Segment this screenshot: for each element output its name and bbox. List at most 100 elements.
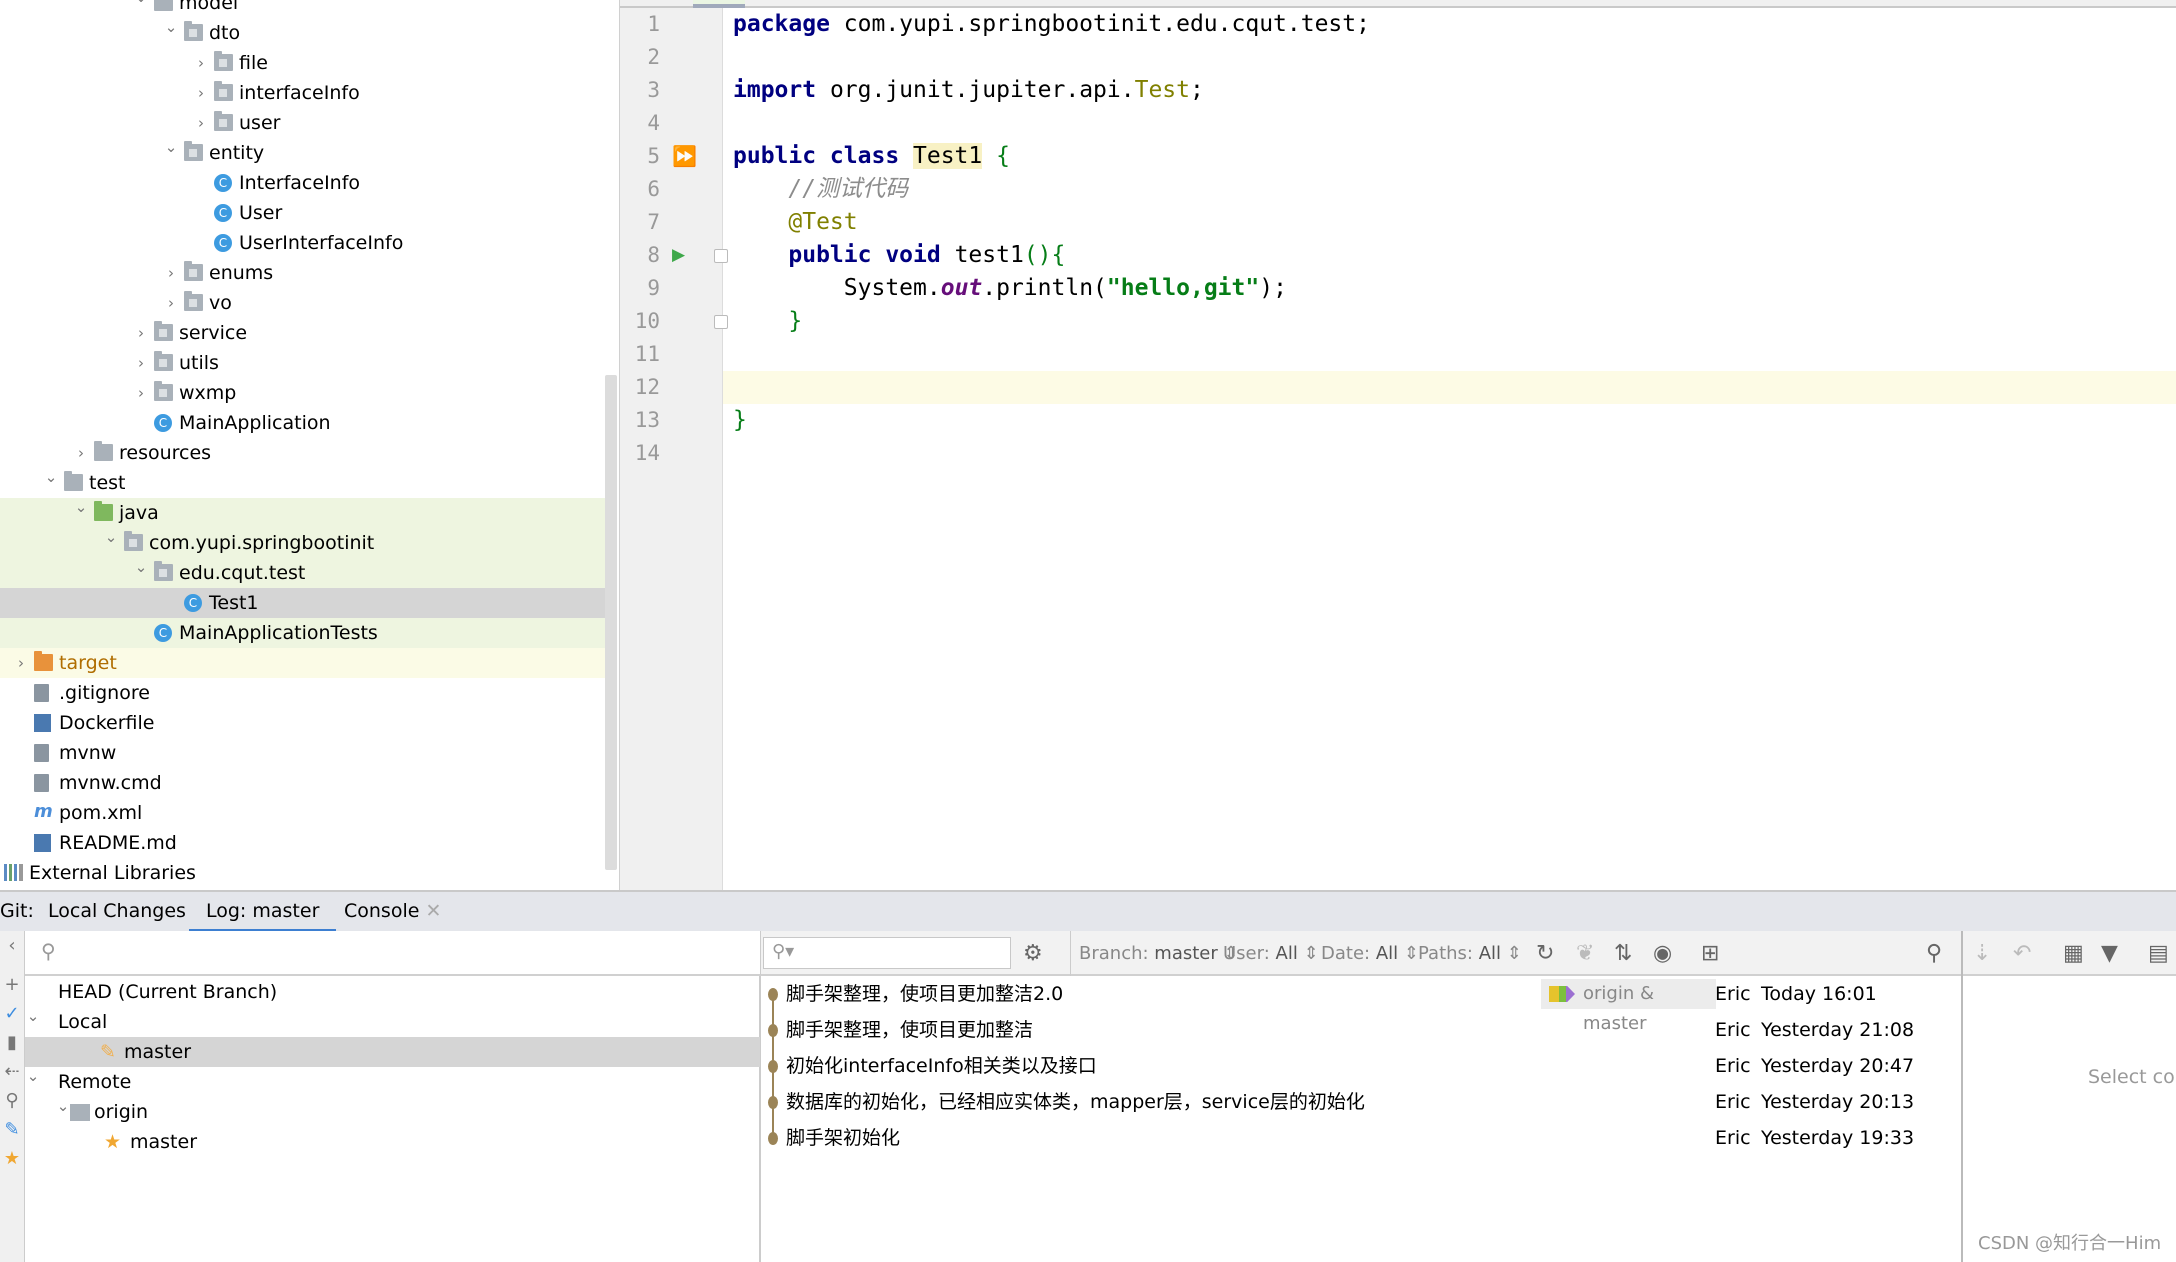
project-tree-scrollbar[interactable]	[605, 375, 617, 870]
code-line[interactable]: @Test	[723, 206, 2176, 239]
tree-item[interactable]: ⌄ entity	[0, 138, 606, 168]
date-filter[interactable]: Date: All ⇕	[1321, 931, 1419, 976]
cherry-pick-icon[interactable]: ⇣	[1973, 931, 1991, 976]
code-line[interactable]: import org.junit.jupiter.api.Test;	[723, 74, 2176, 107]
chevron-down-icon[interactable]: ⌄	[131, 552, 151, 582]
tree-item[interactable]: External Libraries	[0, 858, 606, 888]
chevron-right-icon[interactable]: ›	[191, 48, 211, 78]
run-icon[interactable]: ▶	[672, 239, 685, 272]
tree-item[interactable]: Dockerfile	[0, 708, 606, 738]
tab-log-master[interactable]: Log: master	[189, 892, 337, 933]
chevron-down-icon[interactable]: ⌄	[71, 492, 91, 522]
code-line[interactable]	[723, 41, 2176, 74]
chevron-down-icon[interactable]: ⌄	[101, 522, 121, 552]
tree-item[interactable]: ⌄ dto	[0, 18, 606, 48]
branch-item[interactable]: HEAD (Current Branch)	[25, 977, 760, 1007]
branch-item[interactable]: ★ master	[25, 1127, 760, 1157]
chevron-right-icon[interactable]: ›	[161, 258, 181, 288]
code-line[interactable]: public void test1(){	[723, 239, 2176, 272]
code-line[interactable]	[723, 107, 2176, 140]
chevron-down-icon[interactable]: ⌄	[41, 462, 61, 492]
chevron-right-icon[interactable]: ›	[131, 348, 151, 378]
favorite-icon[interactable]: ★	[0, 1148, 24, 1169]
fold-marker-icon[interactable]	[714, 315, 728, 329]
chevron-right-icon[interactable]: ›	[191, 108, 211, 138]
filter-icon[interactable]: ▼	[2101, 931, 2118, 976]
paths-filter[interactable]: Paths: All ⇕	[1418, 931, 1522, 976]
revert-icon[interactable]: ↶	[2013, 931, 2031, 976]
code-line[interactable]: //测试代码	[723, 173, 2176, 206]
log-search-input[interactable]: ⚲▾	[763, 937, 1011, 969]
eye-icon[interactable]: ◉	[1653, 931, 1672, 976]
tree-item[interactable]: › interfaceInfo	[0, 78, 606, 108]
tree-item[interactable]: › utils	[0, 348, 606, 378]
branch-item[interactable]: ✎ master	[25, 1037, 760, 1067]
tree-item[interactable]: mvnw	[0, 738, 606, 768]
chevron-down-icon[interactable]: ⌄	[23, 1061, 43, 1091]
delete-icon[interactable]: ▮	[0, 1032, 24, 1053]
tree-item[interactable]: .gitignore	[0, 678, 606, 708]
chevron-down-icon[interactable]: ⌄	[131, 0, 151, 12]
tree-item[interactable]: ⌄ com.yupi.springbootinit	[0, 528, 606, 558]
tree-item[interactable]: › vo	[0, 288, 606, 318]
tree-item[interactable]: InterfaceInfo	[0, 168, 606, 198]
code-line[interactable]: System.out.println("hello,git");	[723, 272, 2176, 305]
search-icon[interactable]: ⚲	[0, 1090, 24, 1111]
tree-item[interactable]: › target	[0, 648, 606, 678]
commit-row[interactable]: 脚手架初始化 Eric Yesterday 19:33	[761, 1120, 1962, 1156]
new-tab-icon[interactable]: ⊞	[1701, 931, 1719, 976]
group-icon[interactable]: ▦	[2063, 931, 2084, 976]
chevron-right-icon[interactable]: ›	[71, 438, 91, 468]
tab-local-changes[interactable]: Local Changes	[47, 892, 187, 933]
editor-tab-active[interactable]	[693, 0, 745, 8]
commit-row[interactable]: 初始化interfaceInfo相关类以及接口 Eric Yesterday 20:…	[761, 1048, 1962, 1084]
code-line[interactable]: }	[723, 404, 2176, 437]
tree-item[interactable]: pom.xml	[0, 798, 606, 828]
tree-item[interactable]: Test1	[0, 588, 606, 618]
branch-search-input[interactable]: ⚲	[25, 931, 760, 976]
sort-icon[interactable]: ⇅	[1614, 931, 1632, 976]
add-icon[interactable]: +	[0, 974, 24, 995]
chevron-right-icon[interactable]: ›	[11, 648, 31, 678]
code-line[interactable]: public class Test1 {	[723, 140, 2176, 173]
tree-item[interactable]: ⌄ model	[0, 0, 606, 18]
chevron-down-icon[interactable]: ⌄	[161, 132, 181, 162]
code-line[interactable]	[723, 371, 2176, 404]
tree-item[interactable]: ⌄ java	[0, 498, 606, 528]
refresh-icon[interactable]: ↻	[1536, 931, 1554, 976]
search-icon[interactable]: ⚲	[1926, 931, 1942, 976]
close-icon[interactable]: ✕	[425, 900, 441, 922]
chevron-right-icon[interactable]: ›	[131, 378, 151, 408]
tab-console[interactable]: Console ✕	[344, 892, 441, 933]
branch-item[interactable]: ⌄ Local	[25, 1007, 760, 1037]
commit-row[interactable]: 脚手架整理，使项目更加整洁2.0 origin & master Eric Today…	[761, 976, 1962, 1034]
fold-marker-icon[interactable]	[714, 249, 728, 263]
chevron-down-icon[interactable]: ⌄	[161, 12, 181, 42]
run-all-icon[interactable]: ⏩	[672, 140, 697, 173]
tree-item[interactable]: README.md	[0, 828, 606, 858]
compare-icon[interactable]: ⇠	[0, 1061, 24, 1082]
tree-item[interactable]: MainApplication	[0, 408, 606, 438]
branch-filter[interactable]: Branch: master ⇕	[1070, 931, 1239, 976]
tree-item[interactable]: UserInterfaceInfo	[0, 228, 606, 258]
chevron-right-icon[interactable]: ›	[131, 318, 151, 348]
tree-item[interactable]: ⌄ edu.cqut.test	[0, 558, 606, 588]
edit-icon[interactable]: ✎	[0, 1119, 24, 1140]
tree-item[interactable]: User	[0, 198, 606, 228]
layout-icon[interactable]: ▤	[2148, 931, 2169, 976]
branch-item[interactable]: ⌄ Remote	[25, 1067, 760, 1097]
tree-item[interactable]: MainApplicationTests	[0, 618, 606, 648]
chevron-right-icon[interactable]: ›	[191, 78, 211, 108]
user-filter[interactable]: User: All ⇕	[1223, 931, 1319, 976]
branch-item[interactable]: ⌄ origin	[25, 1097, 760, 1127]
tree-item[interactable]: › resources	[0, 438, 606, 468]
tree-item[interactable]: mvnw.cmd	[0, 768, 606, 798]
tree-item[interactable]: › file	[0, 48, 606, 78]
commit-row[interactable]: 数据库的初始化，已经相应实体类，mapper层，service层的初始化 Eric…	[761, 1084, 1962, 1120]
code-line[interactable]: }	[723, 305, 2176, 338]
cherry-pick-icon[interactable]: ❦	[1576, 931, 1594, 976]
tree-item[interactable]: › wxmp	[0, 378, 606, 408]
tree-item[interactable]: › enums	[0, 258, 606, 288]
tree-item[interactable]: › user	[0, 108, 606, 138]
checkout-icon[interactable]: ✓	[0, 1003, 24, 1024]
